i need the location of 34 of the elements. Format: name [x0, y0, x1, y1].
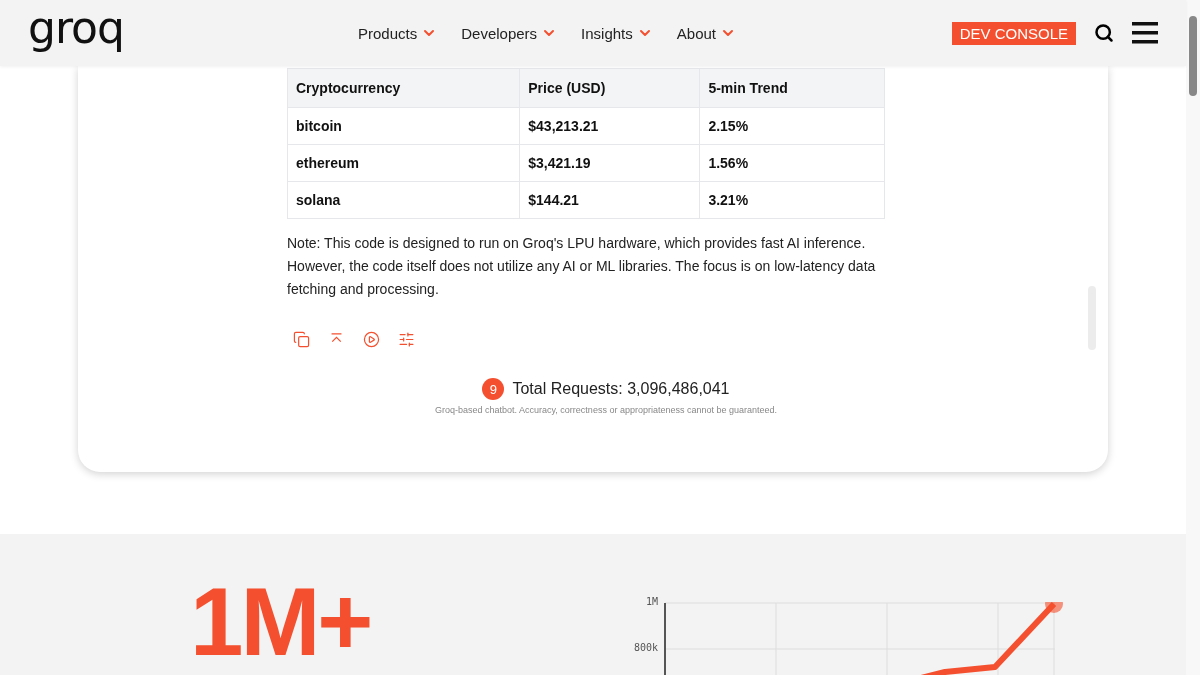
nav-link[interactable]: About [676, 24, 736, 42]
nav-link[interactable]: Insights [581, 24, 653, 42]
table-cell: $3,421.19 [519, 144, 700, 182]
play-icon [363, 331, 380, 348]
table-cell: bitcoin [287, 107, 520, 145]
logo[interactable]: groq [28, 6, 358, 50]
table-cell: $43,213.21 [519, 107, 700, 145]
column-header: Price (USD) [519, 68, 700, 108]
table-cell: 3.21% [699, 181, 885, 219]
settings-icon [398, 331, 415, 348]
stat-headline: 1M+ [190, 574, 372, 670]
search-button[interactable] [1094, 23, 1114, 43]
menu-button[interactable] [1132, 22, 1158, 44]
column-header: 5-min Trend [699, 68, 885, 108]
table-cell: ethereum [287, 144, 520, 182]
note-text: Note: This code is designed to run on Groq's LPU hardware, which provides fast AI inference. However, the code itself does not utilize any AI or ML libraries. The focus is on low-latency data fetching and processing. [287, 234, 877, 299]
column-header: Cryptocurrency [287, 68, 520, 108]
total-requests: Total Requests: 3,096,486,041 [512, 380, 730, 398]
table-cell: solana [287, 181, 520, 219]
axis-label: 1M [644, 596, 658, 607]
table-cell: $144.21 [519, 181, 700, 219]
play-button[interactable] [363, 331, 380, 348]
disclaimer: Groq-based chatbot. Accuracy, correctness or appropriateness cannot be guaranteed. [433, 405, 778, 415]
axis-label: 800k [632, 642, 658, 653]
table-cell: 2.15% [699, 107, 885, 145]
copy-button[interactable] [293, 331, 310, 348]
settings-button[interactable] [398, 331, 415, 348]
table-cell: 1.56% [699, 144, 885, 182]
menu-icon [1132, 22, 1158, 44]
search-icon [1094, 23, 1114, 43]
nav-link[interactable]: Developers [461, 24, 558, 42]
request-badge: 9 [482, 378, 505, 400]
copy-icon [293, 331, 310, 348]
nav-link[interactable]: Products [358, 24, 438, 42]
